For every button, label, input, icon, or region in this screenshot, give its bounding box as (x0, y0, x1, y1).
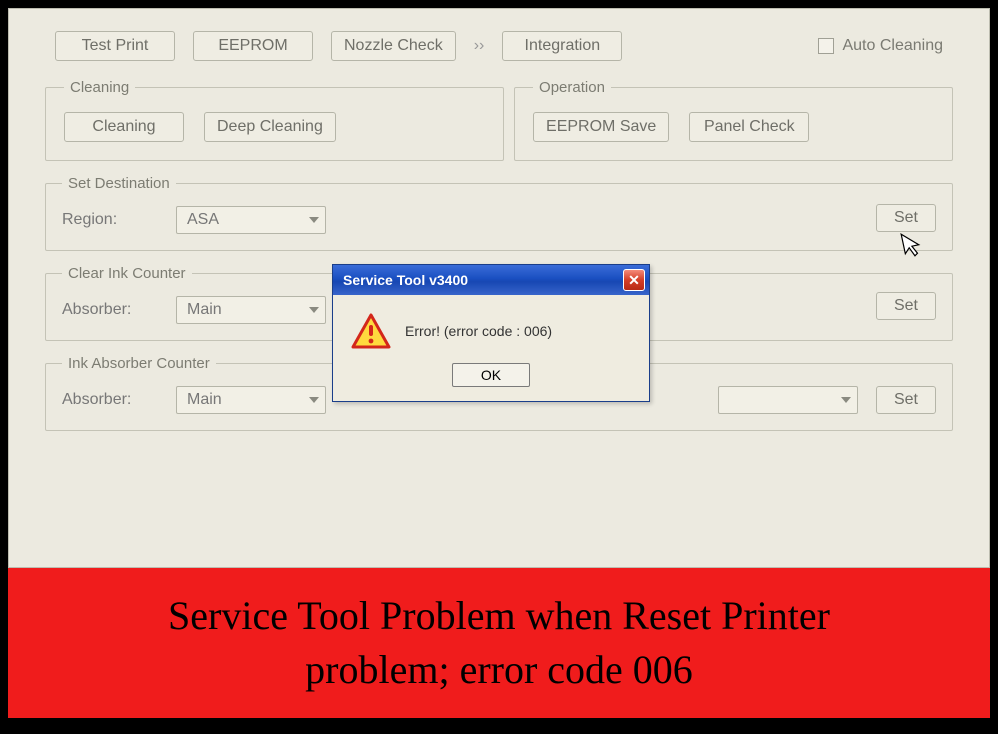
absorber-value-1: Main (187, 301, 222, 318)
counter-value (729, 391, 733, 408)
chevron-down-icon (309, 397, 319, 403)
set-destination-legend: Set Destination (62, 175, 176, 192)
dialog-message: Error! (error code : 006) (405, 323, 552, 339)
set-destination-set-button[interactable]: Set (876, 204, 936, 232)
clear-ink-set-button[interactable]: Set (876, 292, 936, 320)
annotation-text: Service Tool Problem when Reset Printer … (148, 589, 850, 697)
nozzle-check-button[interactable]: Nozzle Check (331, 31, 456, 61)
more-indicator: ›› (474, 37, 485, 55)
eeprom-button[interactable]: EEPROM (193, 31, 313, 61)
error-dialog: Service Tool v3400 ✕ Error! (error code … (332, 264, 650, 402)
cleaning-group: Cleaning Cleaning Deep Cleaning (45, 79, 504, 161)
ink-absorber-counter-legend: Ink Absorber Counter (62, 355, 216, 372)
chevron-down-icon (309, 217, 319, 223)
absorber-label-1: Absorber: (62, 301, 158, 319)
region-value: ASA (187, 211, 219, 228)
deep-cleaning-button[interactable]: Deep Cleaning (204, 112, 336, 142)
ink-absorber-set-button[interactable]: Set (876, 386, 936, 414)
auto-cleaning-label: Auto Cleaning (842, 37, 943, 55)
checkbox-box-icon (818, 38, 834, 54)
panel-check-button[interactable]: Panel Check (689, 112, 809, 142)
dialog-titlebar[interactable]: Service Tool v3400 ✕ (333, 265, 649, 295)
dialog-ok-button[interactable]: OK (452, 363, 530, 387)
top-button-row: Test Print EEPROM Nozzle Check ›› Integr… (9, 9, 989, 79)
chevron-down-icon (841, 397, 851, 403)
absorber-select-2[interactable]: Main (176, 386, 326, 414)
eeprom-save-button[interactable]: EEPROM Save (533, 112, 669, 142)
absorber-value-2: Main (187, 391, 222, 408)
absorber-label-2: Absorber: (62, 391, 158, 409)
chevron-down-icon (309, 307, 319, 313)
close-x-icon: ✕ (628, 272, 640, 289)
absorber-select-1[interactable]: Main (176, 296, 326, 324)
operation-legend: Operation (533, 79, 611, 96)
region-label: Region: (62, 211, 158, 229)
cleaning-button[interactable]: Cleaning (64, 112, 184, 142)
integration-button[interactable]: Integration (502, 31, 622, 61)
auto-cleaning-checkbox[interactable]: Auto Cleaning (818, 37, 943, 55)
warning-icon (351, 313, 391, 349)
set-destination-group: Set Destination Region: ASA Set (45, 175, 953, 251)
region-select[interactable]: ASA (176, 206, 326, 234)
cleaning-legend: Cleaning (64, 79, 135, 96)
operation-group: Operation EEPROM Save Panel Check (514, 79, 953, 161)
counter-value-select[interactable] (718, 386, 858, 414)
clear-ink-counter-legend: Clear Ink Counter (62, 265, 192, 282)
annotation-banner: Service Tool Problem when Reset Printer … (8, 568, 990, 718)
test-print-button[interactable]: Test Print (55, 31, 175, 61)
dialog-close-button[interactable]: ✕ (623, 269, 645, 291)
dialog-title: Service Tool v3400 (343, 272, 468, 288)
